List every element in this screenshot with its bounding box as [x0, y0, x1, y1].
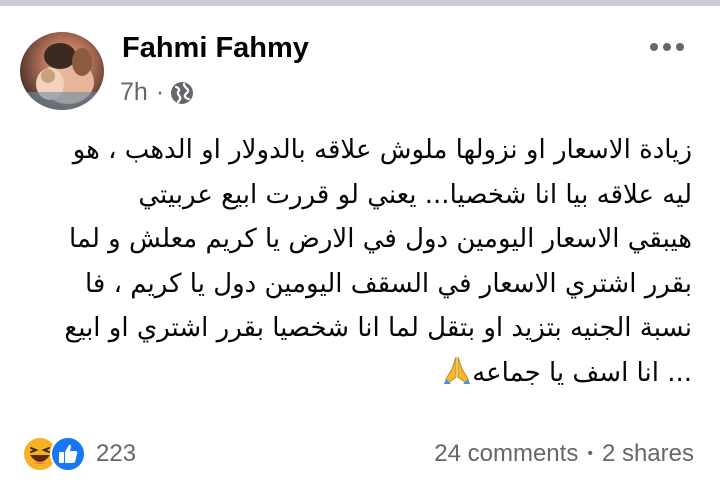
post-body: زيادة الاسعار او نزولها ملوش علاقه بالدو…	[12, 128, 692, 395]
post-author-name[interactable]: Fahmi Fahmy	[122, 32, 309, 65]
post-line-last: ... انا اسف يا جماعه	[12, 351, 692, 396]
meta-separator: ·	[155, 78, 165, 106]
folded-hands-emoji	[442, 355, 472, 385]
stats-separator: •	[587, 445, 593, 462]
reaction-icons	[22, 436, 86, 472]
post-meta: 7h ·	[120, 78, 194, 107]
engagement-stats: 24 comments • 2 shares	[434, 440, 694, 468]
post-line: بقرر اشتري الاسعار في السقف اليومين دول …	[84, 268, 692, 299]
like-reaction-icon	[50, 436, 86, 472]
avatar-photo	[20, 43, 104, 110]
more-options-button[interactable]	[646, 30, 688, 64]
shares-count-link[interactable]: 2 shares	[602, 440, 694, 468]
reactions-summary[interactable]: 223	[22, 436, 136, 472]
avatar[interactable]	[20, 32, 104, 110]
reaction-count[interactable]: 223	[96, 440, 136, 468]
top-divider	[0, 0, 720, 6]
post-line: زيادة الاسعار او نزولها ملوش علاقه بالدو…	[72, 135, 692, 165]
post-timestamp[interactable]: 7h	[120, 78, 148, 107]
post-line: نسبة الجنيه بتزيد او بتقل لما انا شخصيا …	[64, 313, 692, 343]
post-line: هيبقي الاسعار اليومين دول في الارض يا كر…	[69, 224, 692, 254]
post-line: ... انا اسف يا جماعه	[472, 357, 692, 388]
comments-count-link[interactable]: 24 comments	[434, 440, 578, 468]
post-line: ليه علاقه بيا انا شخصيا... يعني لو قررت …	[138, 179, 692, 210]
more-horizontal-icon	[650, 43, 684, 51]
globe-icon[interactable]	[170, 81, 194, 105]
